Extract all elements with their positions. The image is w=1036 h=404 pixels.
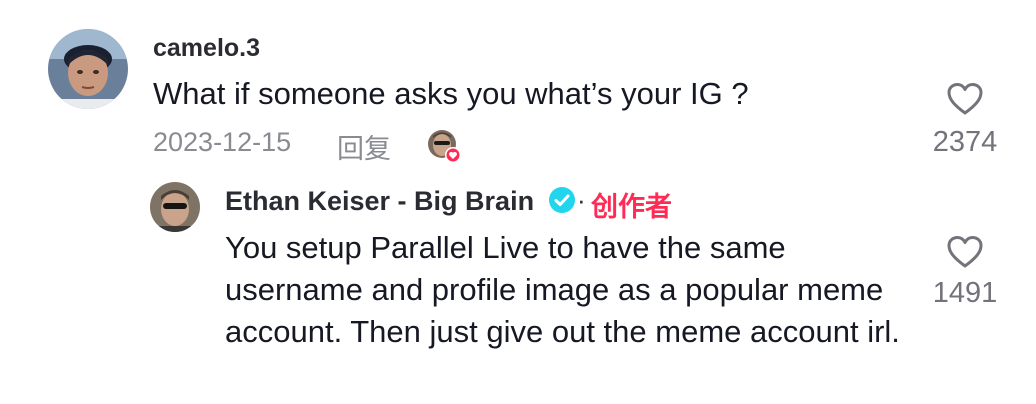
separator-dot: · [577, 185, 586, 215]
like-count: 1491 [932, 277, 998, 309]
creator-tag: 创作者 [591, 192, 672, 222]
heart-outline-icon[interactable] [946, 235, 984, 269]
like-count: 2374 [932, 126, 998, 158]
verified-badge-icon [548, 186, 576, 214]
replier-avatar[interactable] [150, 182, 200, 232]
commenter-username[interactable]: camelo.3 [153, 34, 260, 63]
commenter-avatar[interactable] [48, 29, 128, 109]
creator-liked-badge-icon [426, 128, 462, 164]
reply-button[interactable]: 回复 [337, 127, 391, 166]
replier-username[interactable]: Ethan Keiser - Big Brain [225, 186, 534, 217]
comment-text: What if someone asks you what’s your IG … [153, 76, 749, 111]
heart-outline-icon[interactable] [946, 82, 984, 116]
reply-text: You setup Parallel Live to have the same… [225, 230, 900, 349]
comment-date: 2023-12-15 [153, 127, 292, 157]
